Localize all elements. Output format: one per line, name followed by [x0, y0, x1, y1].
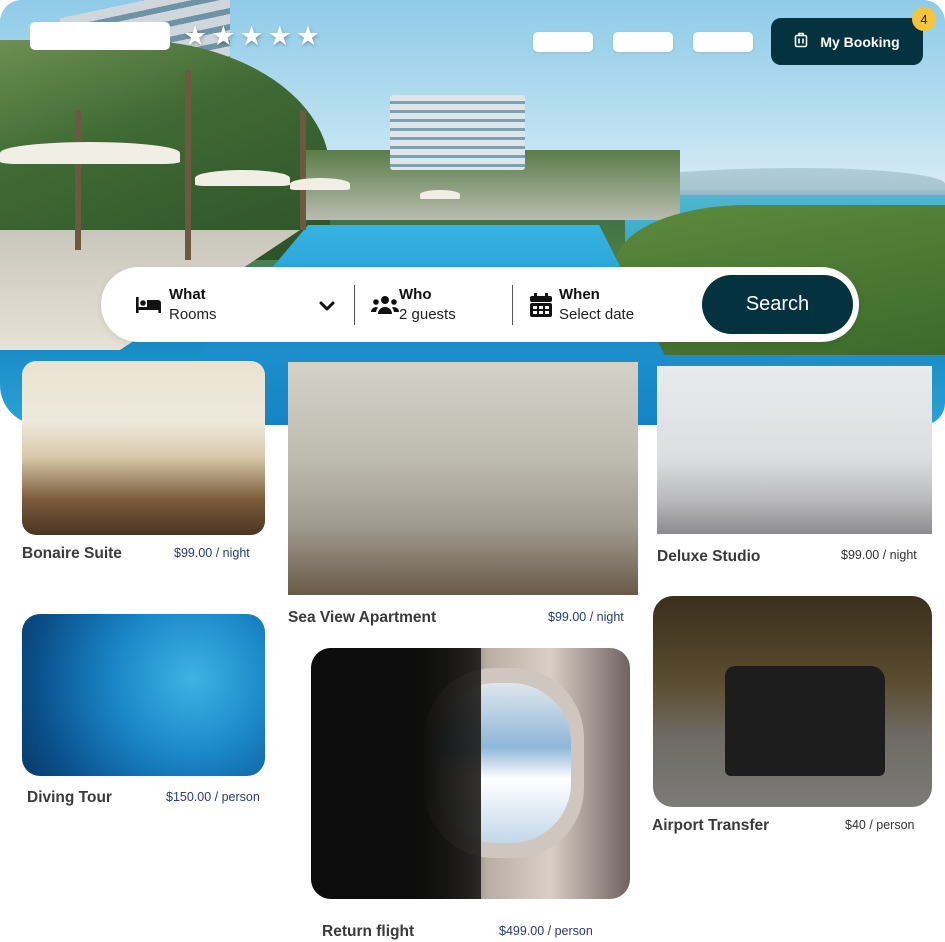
what-label: What	[169, 285, 206, 303]
calendar-icon	[527, 292, 555, 317]
hero-building	[390, 95, 525, 170]
what-value: Rooms	[169, 305, 217, 323]
nav-item-1[interactable]	[533, 32, 593, 52]
star-icon: ★	[183, 21, 208, 51]
nav-item-3[interactable]	[693, 32, 753, 52]
chevron-down-icon[interactable]	[319, 300, 335, 312]
booking-count-badge: 4	[912, 7, 936, 31]
card-price: $40 / person	[845, 818, 915, 832]
umbrella	[0, 142, 180, 164]
umbrella	[290, 178, 350, 190]
my-booking-button[interactable]: My Booking	[771, 18, 923, 65]
bed-icon	[135, 293, 163, 317]
star-icon: ★	[295, 21, 321, 51]
card-image	[288, 362, 638, 595]
who-value: 2 guests	[399, 305, 456, 323]
search-bar: What Rooms Who 2 guests When Select date…	[101, 267, 859, 342]
umbrella	[195, 170, 290, 186]
card-image	[22, 361, 265, 535]
card-price: $99.00 / night	[841, 548, 917, 562]
star-icon: ★	[239, 21, 264, 51]
card-title: Bonaire Suite	[22, 545, 122, 562]
nav-item-2[interactable]	[613, 32, 673, 52]
users-icon	[371, 293, 399, 317]
card-title: Return flight	[322, 923, 415, 940]
star-icon: ★	[211, 21, 236, 51]
card-image	[22, 614, 265, 776]
rating-stars: ★ ★ ★ ★ ★	[183, 23, 320, 50]
card-price: $99.00 / night	[548, 610, 624, 624]
car	[725, 666, 885, 776]
palm-tree	[75, 110, 81, 250]
card-image	[311, 648, 630, 899]
star-icon: ★	[267, 21, 292, 51]
umbrella	[420, 190, 460, 199]
search-button[interactable]: Search	[702, 275, 853, 334]
what-field[interactable]: What Rooms	[135, 267, 217, 342]
card-title: Diving Tour	[27, 789, 112, 806]
palm-tree	[185, 70, 191, 260]
card-price: $499.00 / person	[499, 924, 593, 938]
palm-tree	[300, 110, 306, 230]
divider	[354, 285, 355, 325]
logo-placeholder[interactable]	[30, 22, 170, 50]
card-title: Deluxe Studio	[657, 548, 761, 565]
who-field[interactable]: Who 2 guests	[371, 267, 456, 342]
card-price: $150.00 / person	[166, 790, 260, 804]
card-title: Airport Transfer	[652, 817, 770, 834]
passenger	[311, 648, 481, 899]
my-booking-label: My Booking	[820, 33, 900, 50]
who-label: Who	[399, 285, 432, 303]
divider	[512, 285, 513, 325]
card-title: Sea View Apartment	[288, 609, 437, 626]
when-label: When	[559, 285, 600, 303]
luggage-icon	[794, 32, 808, 51]
card-image	[653, 596, 932, 807]
when-field[interactable]: When Select date	[527, 267, 634, 342]
card-image	[657, 366, 932, 534]
when-value: Select date	[559, 305, 635, 323]
card-price: $99.00 / night	[174, 546, 250, 560]
